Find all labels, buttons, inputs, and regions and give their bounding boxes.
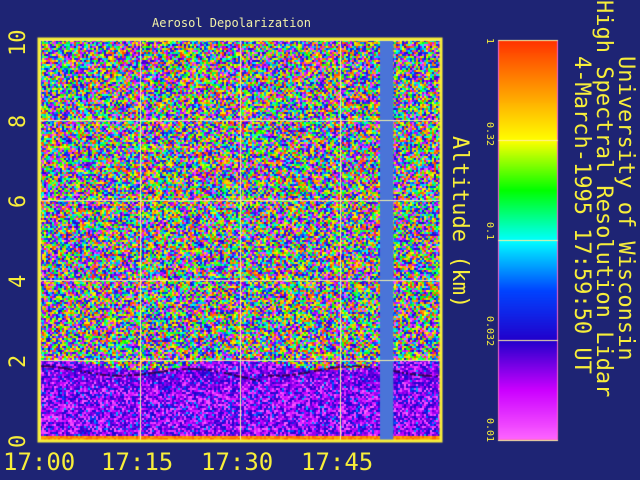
colorbar-tick-label: 0.1 <box>484 222 495 241</box>
institution-label: University of Wisconsin <box>613 56 638 361</box>
colorbar-tick-label: 0.01 <box>484 418 495 443</box>
y-tick-label: 10 <box>6 29 31 57</box>
x-tick-label: 17:15 <box>101 448 174 476</box>
chart-title: Aerosol Depolarization <box>152 16 311 30</box>
y-tick-label: 6 <box>6 194 31 208</box>
y-tick-label: 2 <box>6 354 31 368</box>
x-tick-label: 17:45 <box>301 448 374 476</box>
lidar-plot-canvas <box>0 0 640 480</box>
instrument-label: High Spectral Resolution Lidar <box>591 0 616 398</box>
colorbar-tick-label: 0.32 <box>484 122 495 147</box>
colorbar-tick-label: 0.032 <box>484 316 495 347</box>
y-tick-label: 8 <box>6 114 31 128</box>
timestamp-label: 4-March-1995 17:59:50 UT <box>569 56 594 374</box>
x-tick-label: 17:30 <box>201 448 274 476</box>
x-tick-label: 17:00 <box>3 448 76 476</box>
colorbar-tick-label: 1 <box>484 38 495 45</box>
y-tick-label: 4 <box>6 274 31 288</box>
y-axis-label: Altitude (km) <box>447 136 472 309</box>
y-tick-label: 0 <box>6 434 31 448</box>
